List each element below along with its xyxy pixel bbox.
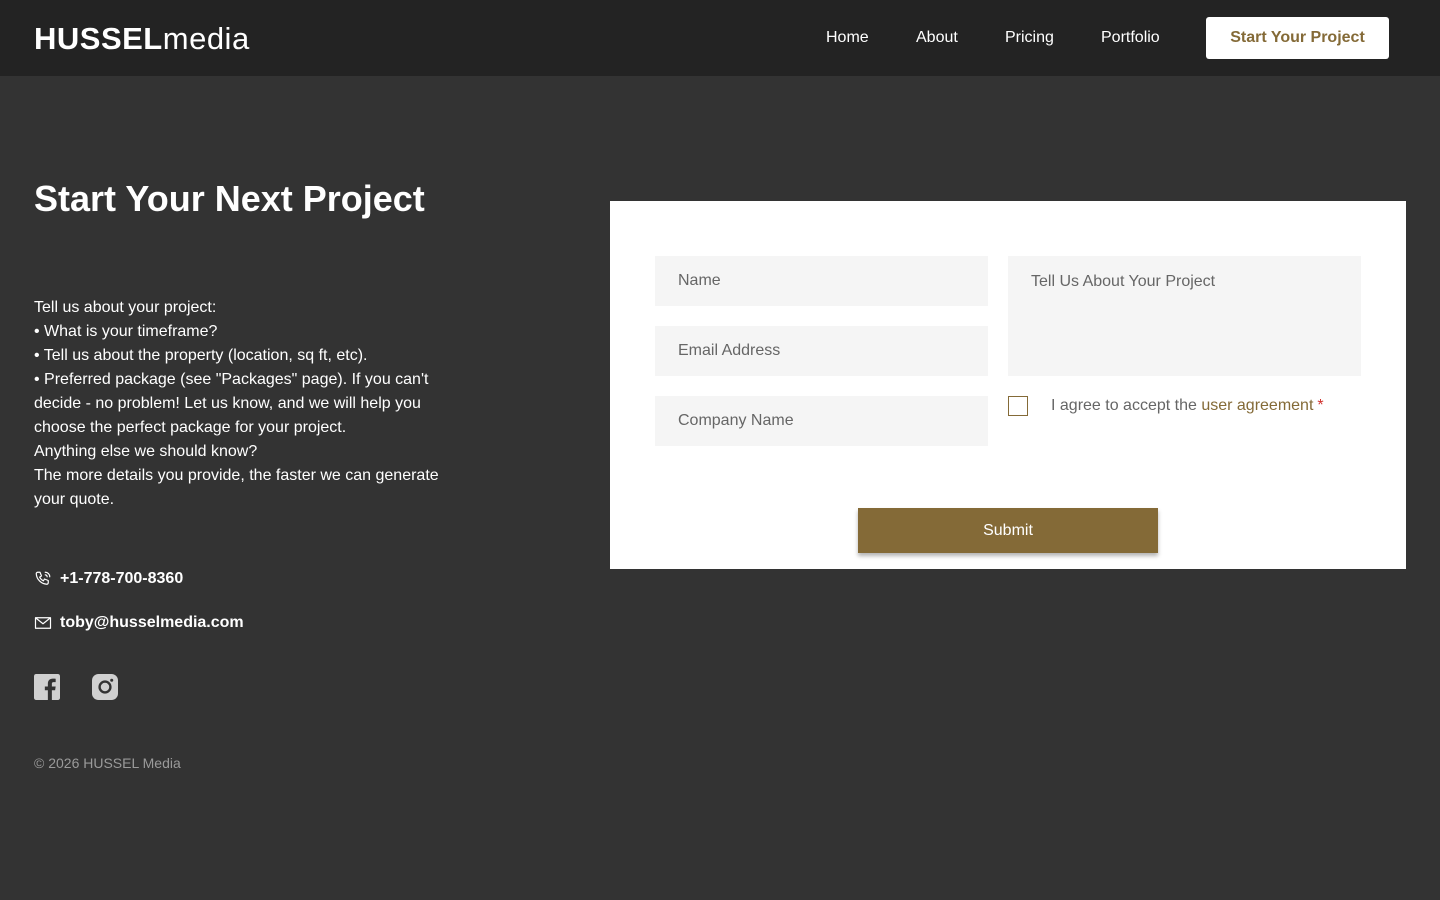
copyright-text: © 2026 HUSSEL Media bbox=[34, 755, 181, 771]
nav-link-portfolio[interactable]: Portfolio bbox=[1101, 28, 1160, 48]
brand-logo[interactable]: HUSSELmedia bbox=[34, 21, 250, 57]
facebook-icon[interactable] bbox=[34, 674, 60, 700]
info-line: The more details you provide, the faster… bbox=[34, 467, 439, 508]
info-line: Anything else we should know? bbox=[34, 443, 258, 460]
project-request-form: I agree to accept the user agreement* Su… bbox=[610, 201, 1406, 569]
instagram-icon[interactable] bbox=[92, 674, 118, 700]
project-description-textarea[interactable] bbox=[1008, 256, 1361, 376]
info-line: • Tell us about the property (location, … bbox=[34, 347, 368, 364]
nav-link-home[interactable]: Home bbox=[826, 28, 869, 48]
agreement-text: I agree to accept the bbox=[1051, 397, 1202, 414]
brand-logo-light: media bbox=[162, 21, 250, 56]
info-line: • Preferred package (see "Packages" page… bbox=[34, 371, 429, 436]
info-line: Tell us about your project: bbox=[34, 299, 217, 316]
phone-icon bbox=[34, 570, 52, 588]
phone-number: +1-778-700-8360 bbox=[60, 570, 184, 587]
email-contact-link[interactable]: toby@husselmedia.com bbox=[34, 614, 244, 632]
submit-button[interactable]: Submit bbox=[858, 508, 1158, 553]
mail-icon bbox=[34, 614, 52, 632]
agreement-checkbox[interactable] bbox=[1008, 396, 1028, 416]
user-agreement-row: I agree to accept the user agreement * bbox=[1008, 396, 1324, 416]
nav-link-pricing[interactable]: Pricing bbox=[1005, 28, 1054, 48]
brand-logo-bold: HUSSEL bbox=[34, 21, 163, 56]
top-navigation-bar: HUSSELmedia Home About Pricing Portfolio… bbox=[0, 0, 1440, 76]
user-agreement-link[interactable]: user agreement bbox=[1201, 397, 1313, 414]
nav-link-about[interactable]: About bbox=[916, 28, 958, 48]
start-your-project-button[interactable]: Start Your Project bbox=[1206, 17, 1389, 59]
page-heading: Start Your Next Project bbox=[34, 178, 425, 219]
phone-contact-link[interactable]: +1-778-700-8360 bbox=[34, 570, 183, 588]
company-name-input[interactable] bbox=[655, 396, 988, 446]
project-info-text: Tell us about your project: • What is yo… bbox=[34, 296, 444, 512]
email-address: toby@husselmedia.com bbox=[60, 614, 244, 631]
required-asterisk: * bbox=[1317, 397, 1324, 414]
name-input[interactable] bbox=[655, 256, 988, 306]
email-input[interactable] bbox=[655, 326, 988, 376]
info-line: • What is your timeframe? bbox=[34, 323, 218, 340]
agreement-label: I agree to accept the user agreement * bbox=[1051, 397, 1324, 415]
